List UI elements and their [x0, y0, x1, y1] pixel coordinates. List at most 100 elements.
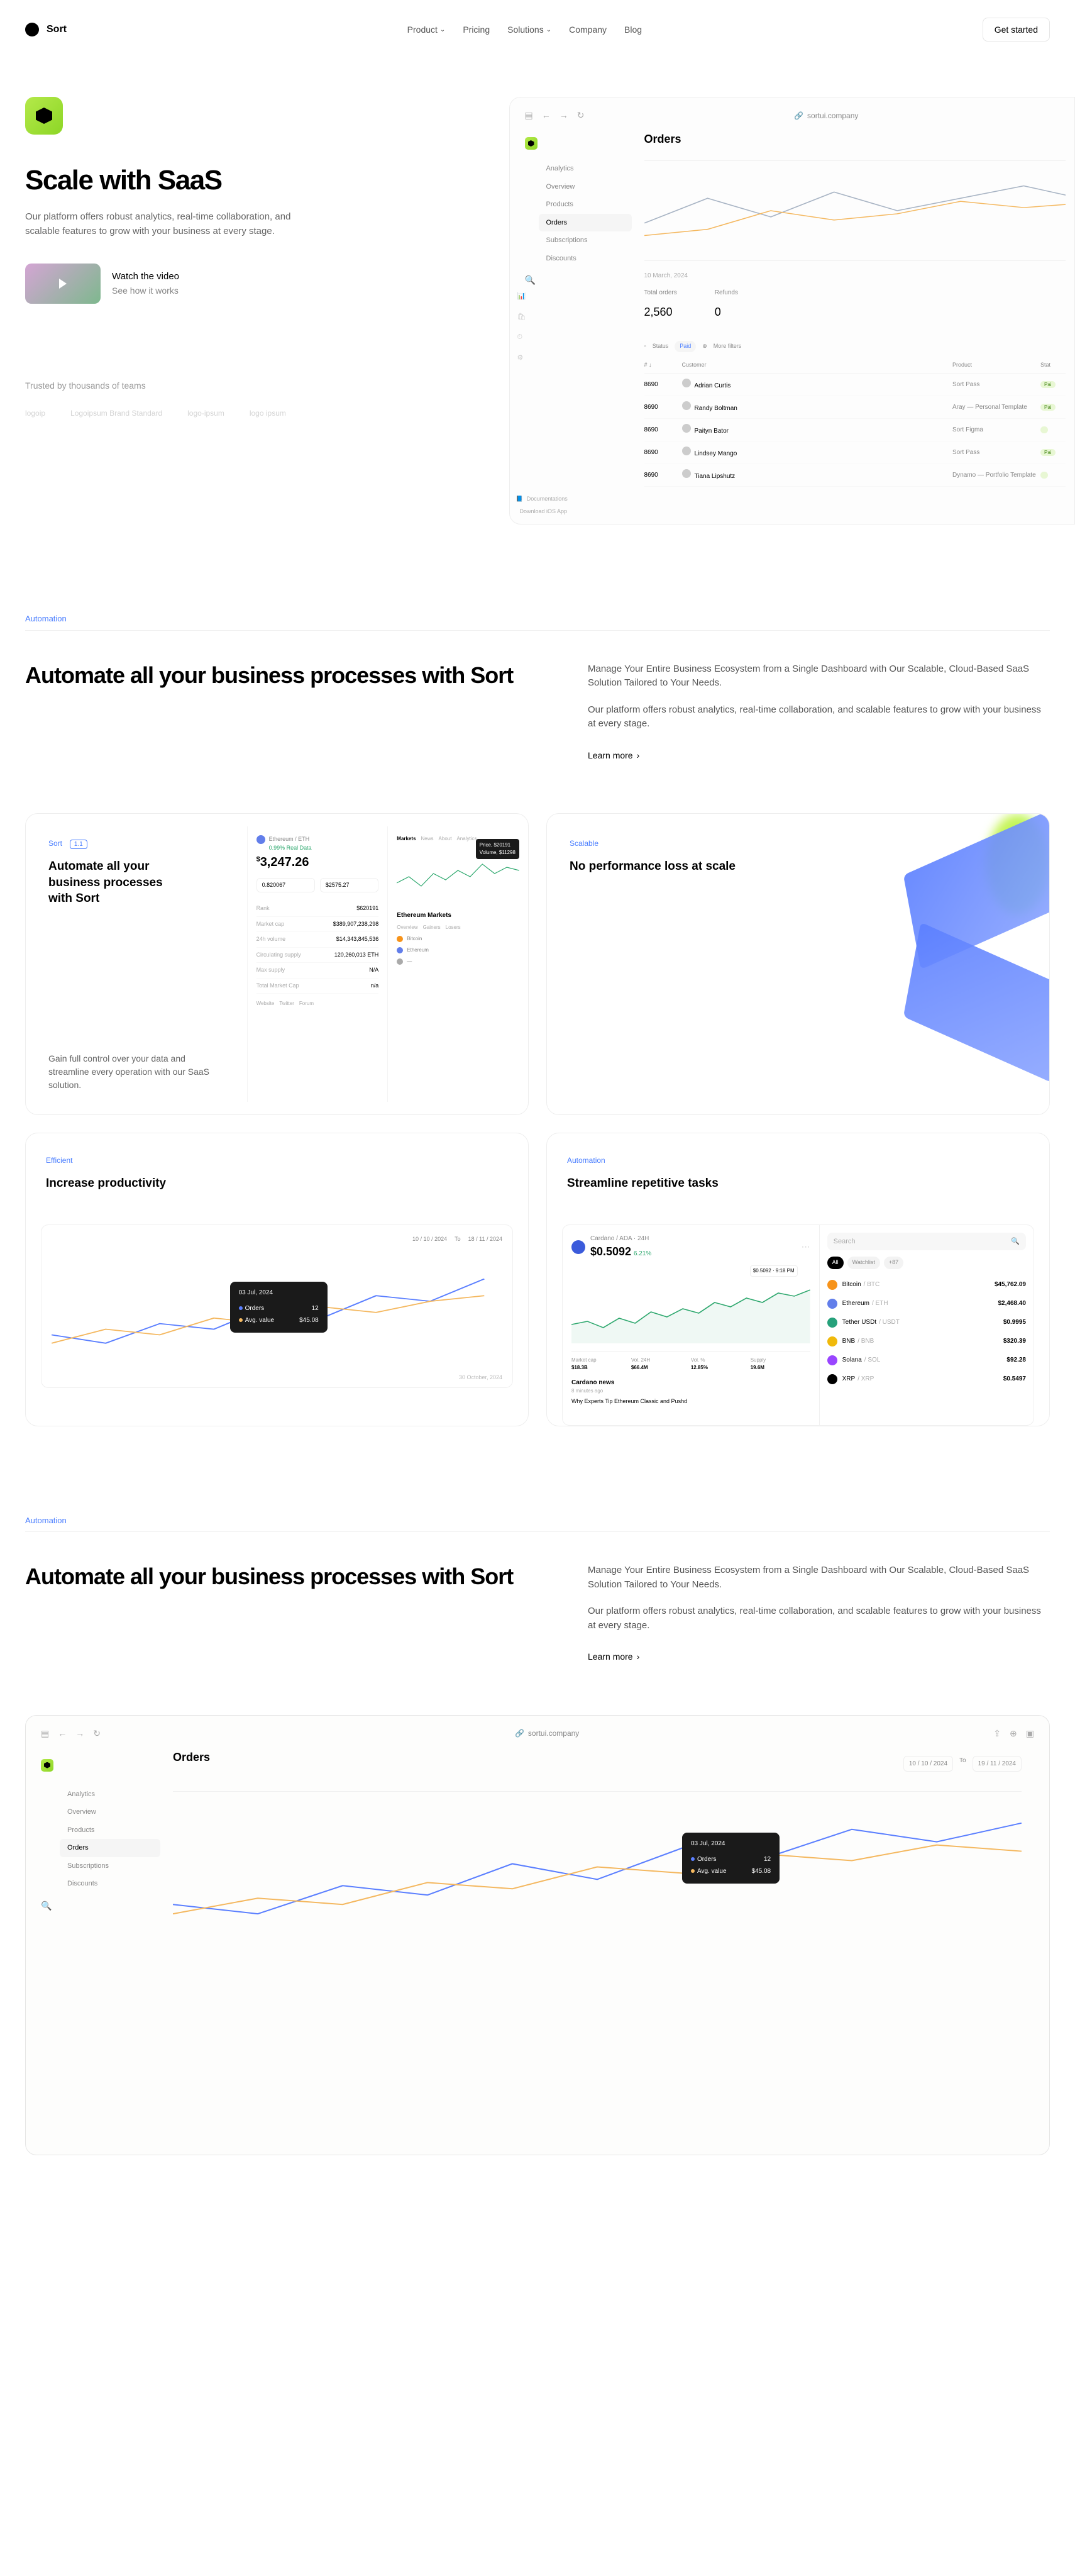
twitter-link[interactable]: Twitter [279, 1000, 294, 1008]
search-input[interactable]: Search 🔍 [827, 1233, 1026, 1251]
section-para-2: Our platform offers robust analytics, re… [588, 1604, 1050, 1633]
forward-icon[interactable]: → [560, 109, 568, 122]
sidebar-subscriptions[interactable]: Subscriptions [539, 231, 632, 250]
eth-price: $$3,247.263,247.26 [256, 853, 379, 872]
sidebar-discounts[interactable]: Discounts [60, 1875, 160, 1893]
coin-tabs: All Watchlist +87 [827, 1257, 1026, 1269]
clock-icon[interactable]: ⏱ [517, 327, 526, 348]
browser-mock-full: ▤ ← → ↻ 🔗sortui.company ⇪ ⊕ ▣ Analytics … [25, 1715, 1050, 2155]
nav-company[interactable]: Company [569, 23, 607, 36]
chevron-down-icon: ⌄ [440, 25, 445, 35]
cardano-icon [571, 1240, 585, 1254]
partner-logo-2: Logoipsum Brand Standard [70, 408, 162, 419]
sidebar-orders[interactable]: Orders [539, 214, 632, 232]
coin-list: Bitcoin/ BTC$45,762.09Ethereum/ ETH$2,46… [827, 1275, 1026, 1389]
table-row[interactable]: 8690Tiana LipshutzDynamo — Portfolio Tem… [644, 464, 1066, 487]
card-efficient: Efficient Increase productivity 10 / 10 … [25, 1133, 529, 1426]
ios-link[interactable]: Download iOS App [516, 506, 568, 518]
sidebar-discounts[interactable]: Discounts [539, 250, 632, 268]
card-title: No performance loss at scale [570, 858, 1027, 875]
coin-row[interactable]: Ethereum/ ETH$2,468.40 [827, 1294, 1026, 1313]
coin-row[interactable]: BNB/ BNB$320.39 [827, 1332, 1026, 1351]
coin-row[interactable]: XRP/ XRP$0.5497 [827, 1370, 1026, 1389]
sidebar-toggle-icon[interactable]: ▤ [41, 1727, 49, 1740]
sidebar-products[interactable]: Products [539, 196, 632, 214]
nav-solutions[interactable]: Solutions⌄ [507, 23, 551, 36]
date-from[interactable]: 10 / 10 / 2024 [903, 1756, 953, 1772]
sidebar-overview[interactable]: Overview [60, 1803, 160, 1821]
nav-product[interactable]: Product⌄ [407, 23, 446, 36]
coin-row[interactable]: Tether USDt/ USDT$0.9995 [827, 1313, 1026, 1332]
share-icon[interactable]: ⇪ [993, 1727, 1001, 1740]
docs-link[interactable]: 📘Documentations [516, 493, 568, 506]
chart-icon[interactable]: 📊 [517, 286, 526, 307]
partner-logos: logoip Logoipsum Brand Standard logo-ips… [25, 408, 484, 419]
search-icon: 🔍 [1011, 1236, 1020, 1247]
back-icon[interactable]: ← [58, 1727, 67, 1740]
date-to[interactable]: 19 / 11 / 2024 [973, 1756, 1022, 1772]
decorative-shape [903, 922, 1049, 1082]
link-icon: 🔗 [515, 1728, 524, 1739]
card-title: Automate all your business processes wit… [48, 858, 187, 907]
table-row[interactable]: 8690Paityn BatorSort Figma [644, 419, 1066, 441]
sidebar-analytics[interactable]: Analytics [60, 1785, 160, 1804]
filter-paid[interactable]: Paid [675, 341, 696, 352]
watch-video[interactable]: Watch the video See how it works [25, 264, 484, 304]
tab-more[interactable]: +87 [884, 1257, 903, 1269]
sidebar-products[interactable]: Products [60, 1821, 160, 1840]
sidebar-analytics[interactable]: Analytics [539, 160, 632, 178]
cart-icon[interactable]: 🛍 [517, 307, 526, 328]
partner-logo-3: logo-ipsum [187, 408, 224, 419]
tabs-icon[interactable]: ▣ [1026, 1727, 1034, 1740]
forward-icon[interactable]: → [75, 1727, 84, 1740]
card-tag: Scalable [570, 838, 598, 849]
trusted-label: Trusted by thousands of teams [25, 379, 484, 392]
back-icon[interactable]: ← [542, 109, 551, 122]
brand-logo[interactable]: Sort [25, 22, 67, 37]
bottom-links: 📘Documentations Download iOS App [516, 493, 568, 518]
sidebar-toggle-icon[interactable]: ▤ [525, 109, 533, 122]
search-icon[interactable]: 🔍 [525, 275, 536, 285]
card-title: Streamline repetitive tasks [567, 1175, 1029, 1192]
book-icon: 📘 [516, 495, 523, 504]
add-icon[interactable]: ⊕ [1010, 1727, 1017, 1740]
search-icon[interactable]: 🔍 [41, 1901, 52, 1911]
filter-more[interactable]: More filters [714, 342, 742, 351]
tab-watchlist[interactable]: Watchlist [847, 1257, 880, 1269]
section-para-1: Manage Your Entire Business Ecosystem fr… [588, 662, 1050, 691]
forum-link[interactable]: Forum [299, 1000, 314, 1008]
more-icon[interactable]: ⋯ [802, 1240, 810, 1253]
get-started-button[interactable]: Get started [983, 18, 1050, 42]
section-para-1: Manage Your Entire Business Ecosystem fr… [588, 1563, 1050, 1592]
coin-row[interactable]: Bitcoin/ BTC$45,762.09 [827, 1275, 1026, 1294]
hero-section: Scale with SaaS Our platform offers robu… [0, 97, 1075, 525]
news-item[interactable]: Why Experts Tip Ethereum Classic and Pus… [571, 1397, 810, 1406]
sidebar-orders[interactable]: Orders [60, 1839, 160, 1857]
hero-subtitle: Our platform offers robust analytics, re… [25, 210, 302, 238]
cardano-chart: $0.5092 · 9:18 PM [571, 1268, 810, 1343]
table-row[interactable]: 8690Lindsey MangoSort PassPai [644, 441, 1066, 464]
filter-status[interactable]: Status [653, 342, 669, 351]
url-bar[interactable]: 🔗sortui.company [794, 110, 858, 121]
coin-row[interactable]: Solana/ SOL$92.28 [827, 1351, 1026, 1370]
learn-more-link[interactable]: Learn more› [588, 749, 639, 762]
learn-more-link[interactable]: Learn more› [588, 1650, 639, 1663]
reload-icon[interactable]: ↻ [577, 109, 585, 122]
reload-icon[interactable]: ↻ [93, 1727, 101, 1740]
nav-pricing[interactable]: Pricing [463, 23, 490, 36]
mock-sidebar: Analytics Overview Products Orders Subsc… [519, 131, 632, 487]
sidebar-overview[interactable]: Overview [539, 178, 632, 196]
section-eyebrow: Automation [25, 613, 1050, 625]
mock-app-icon [525, 137, 538, 150]
website-link[interactable]: Website [256, 1000, 275, 1008]
table-row[interactable]: 8690Adrian CurtisSort PassPai [644, 374, 1066, 396]
nav-blog[interactable]: Blog [624, 23, 642, 36]
card-subtitle: Gain full control over your data and str… [48, 1052, 212, 1092]
hero-title: Scale with SaaS [25, 160, 484, 201]
table-row[interactable]: 8690Randy BoltmanAray — Personal Templat… [644, 396, 1066, 419]
gear-icon[interactable]: ⚙ [517, 348, 526, 369]
sidebar-subscriptions[interactable]: Subscriptions [60, 1857, 160, 1875]
card-tag: Sort [48, 838, 62, 849]
tab-all[interactable]: All [827, 1257, 844, 1269]
url-bar[interactable]: 🔗sortui.company [515, 1728, 579, 1739]
